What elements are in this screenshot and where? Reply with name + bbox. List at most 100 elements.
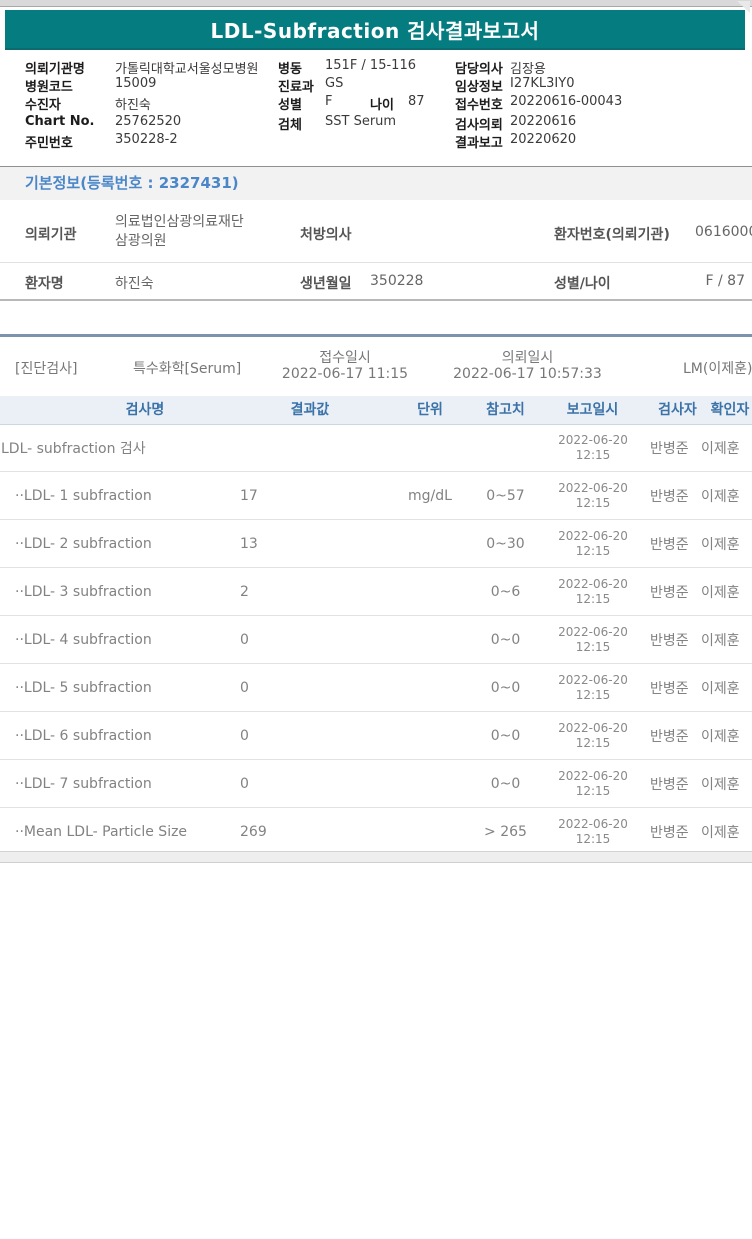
test-name: ··LDL- 7 subfraction xyxy=(15,775,152,792)
table-row: ··LDL- 2 subfraction 13 0~30 2022-06-20 1… xyxy=(0,520,752,568)
reference-range: 0~0 xyxy=(490,727,521,744)
table-row: ··LDL- 1 subfraction 17 mg/dL 0~57 2022-… xyxy=(0,472,752,520)
reference-range: 0~57 xyxy=(486,487,525,504)
test-name: ··LDL- 5 subfraction xyxy=(15,679,152,696)
field-value-age: 87 xyxy=(408,94,425,109)
field-label-result-report-date: 결과보고 xyxy=(455,136,503,151)
diagnostic-strip: [진단검사] 특수화학[Serum] 접수일시 2022-06-17 11:15… xyxy=(0,338,752,396)
test-name: LDL- subfraction 검사 xyxy=(1,440,146,457)
report-datetime: 2022-06-20 12:15 xyxy=(553,577,633,607)
table-row: LDL- subfraction 검사 2022-06-20 12:15 반병준 … xyxy=(0,424,752,472)
field-value-ward: 151F / 15-116 xyxy=(325,58,416,73)
analyst-name: 반병준 xyxy=(650,728,689,745)
report-time: 12:15 xyxy=(575,591,611,606)
report-datetime: 2022-06-20 12:15 xyxy=(553,481,633,511)
table-row: ··LDL- 5 subfraction 0 0~0 2022-06-20 12:… xyxy=(0,664,752,712)
result-value: 2 xyxy=(240,583,249,600)
field-value-examinee: 하진숙 xyxy=(115,98,151,113)
report-time: 12:15 xyxy=(575,831,611,846)
field-value-sex: F xyxy=(325,94,333,109)
field-label-department: 진료과 xyxy=(278,80,314,95)
result-value: 0 xyxy=(240,631,249,648)
report-time: 12:15 xyxy=(575,447,611,462)
confirmer-name: 이제훈 xyxy=(701,728,740,745)
report-date: 2022-06-20 xyxy=(558,528,628,543)
receipt-datetime-label: 접수일시 xyxy=(319,350,371,366)
result-value: 0 xyxy=(240,775,249,792)
diagnostic-test-group: 특수화학[Serum] xyxy=(133,361,242,377)
confirmer-name: 이제훈 xyxy=(701,776,740,793)
label-patient-name: 환자명 xyxy=(25,276,64,292)
label-prescribing-doctor: 처방의사 xyxy=(300,227,352,243)
report-date: 2022-06-20 xyxy=(558,624,628,639)
field-label-age: 나이 xyxy=(370,98,394,113)
field-value-receipt-no: 20220616-00043 xyxy=(510,94,623,109)
table-row: ··LDL- 6 subfraction 0 0~0 2022-06-20 12:… xyxy=(0,712,752,760)
col-header-reference: 참고치 xyxy=(486,402,525,418)
report-datetime: 2022-06-20 12:15 xyxy=(553,817,633,847)
value-patient-name: 하진숙 xyxy=(115,276,154,292)
table-row: ··Mean LDL- Particle Size 269 > 265 2022… xyxy=(0,808,752,856)
report-date: 2022-06-20 xyxy=(558,576,628,591)
report-datetime: 2022-06-20 12:15 xyxy=(553,433,633,463)
diagnostic-section-divider xyxy=(0,334,752,337)
result-value: 13 xyxy=(240,535,258,552)
basic-info-section-header: 기본정보(등록번호 : 2327431) xyxy=(0,166,752,200)
basic-info-title: 기본정보(등록번호 : 2327431) xyxy=(25,174,239,192)
report-date: 2022-06-20 xyxy=(558,480,628,495)
field-label-test-request-date: 검사의뢰 xyxy=(455,118,503,133)
confirmer-name: 이제훈 xyxy=(701,488,740,505)
report-datetime: 2022-06-20 12:15 xyxy=(553,673,633,703)
bottom-scrollbar-track[interactable] xyxy=(0,851,752,863)
confirmer-name: 이제훈 xyxy=(701,584,740,601)
field-label-hospital-code: 병원코드 xyxy=(25,80,73,95)
field-label-ward: 병동 xyxy=(278,62,302,77)
field-label-specimen: 검체 xyxy=(278,118,302,133)
request-org-line2: 삼광의원 xyxy=(115,233,167,249)
value-patient-no: 0616000 xyxy=(695,224,752,240)
test-name: ··LDL- 1 subfraction xyxy=(15,487,152,504)
report-date: 2022-06-20 xyxy=(558,720,628,735)
field-label-chart-no: Chart No. xyxy=(25,114,95,129)
col-header-test-name: 검사명 xyxy=(125,402,165,418)
test-name: ··LDL- 6 subfraction xyxy=(15,727,152,744)
table-row: ··LDL- 4 subfraction 0 0~0 2022-06-20 12:… xyxy=(0,616,752,664)
report-page: LDL-Subfraction 검사결과보고서 의뢰기관명 가톨릭대학교서울성모… xyxy=(0,0,752,1239)
report-datetime: 2022-06-20 12:15 xyxy=(553,529,633,559)
report-time: 12:15 xyxy=(575,495,611,510)
col-header-unit: 단위 xyxy=(417,402,443,418)
reference-range: 0~0 xyxy=(490,631,521,648)
confirmer-name: 이제훈 xyxy=(701,824,740,841)
result-value: 17 xyxy=(240,487,258,504)
test-name: ··Mean LDL- Particle Size xyxy=(15,823,188,840)
col-header-confirmer: 확인자 xyxy=(710,402,750,418)
report-time: 12:15 xyxy=(575,639,611,654)
field-label-receipt-no: 접수번호 xyxy=(455,98,503,113)
col-header-result-value: 결과값 xyxy=(290,402,330,418)
report-time: 12:15 xyxy=(575,543,611,558)
reference-range: 0~30 xyxy=(486,535,525,552)
report-datetime: 2022-06-20 12:15 xyxy=(553,769,633,799)
reference-range: > 265 xyxy=(484,823,527,840)
analyst-name: 반병준 xyxy=(650,632,689,649)
field-value-specimen: SST Serum xyxy=(325,114,397,129)
report-date: 2022-06-20 xyxy=(558,816,628,831)
report-date: 2022-06-20 xyxy=(558,672,628,687)
confirmer-name: 이제훈 xyxy=(701,632,740,649)
test-name: ··LDL- 2 subfraction xyxy=(15,535,152,552)
field-label-examinee: 수진자 xyxy=(25,98,61,113)
confirmer-name: 이제훈 xyxy=(701,536,740,553)
label-patient-no: 환자번호(의뢰기관) xyxy=(554,227,670,243)
field-value-clinical-info: I27KL3IY0 xyxy=(510,76,575,91)
test-name: ··LDL- 3 subfraction xyxy=(15,583,152,600)
request-datetime-value: 2022-06-17 10:57:33 xyxy=(453,366,602,382)
report-time: 12:15 xyxy=(575,783,611,798)
field-value-resident-no: 350228-2 xyxy=(115,132,178,147)
field-value-hospital-code: 15009 xyxy=(115,76,157,91)
report-time: 12:15 xyxy=(575,735,611,750)
confirmer-name: 이제훈 xyxy=(701,680,740,697)
basic-info-row-divider xyxy=(0,262,752,263)
top-scrollbar-track[interactable] xyxy=(0,0,752,7)
test-name: ··LDL- 4 subfraction xyxy=(15,631,152,648)
results-table-body: LDL- subfraction 검사 2022-06-20 12:15 반병준 … xyxy=(0,424,752,856)
